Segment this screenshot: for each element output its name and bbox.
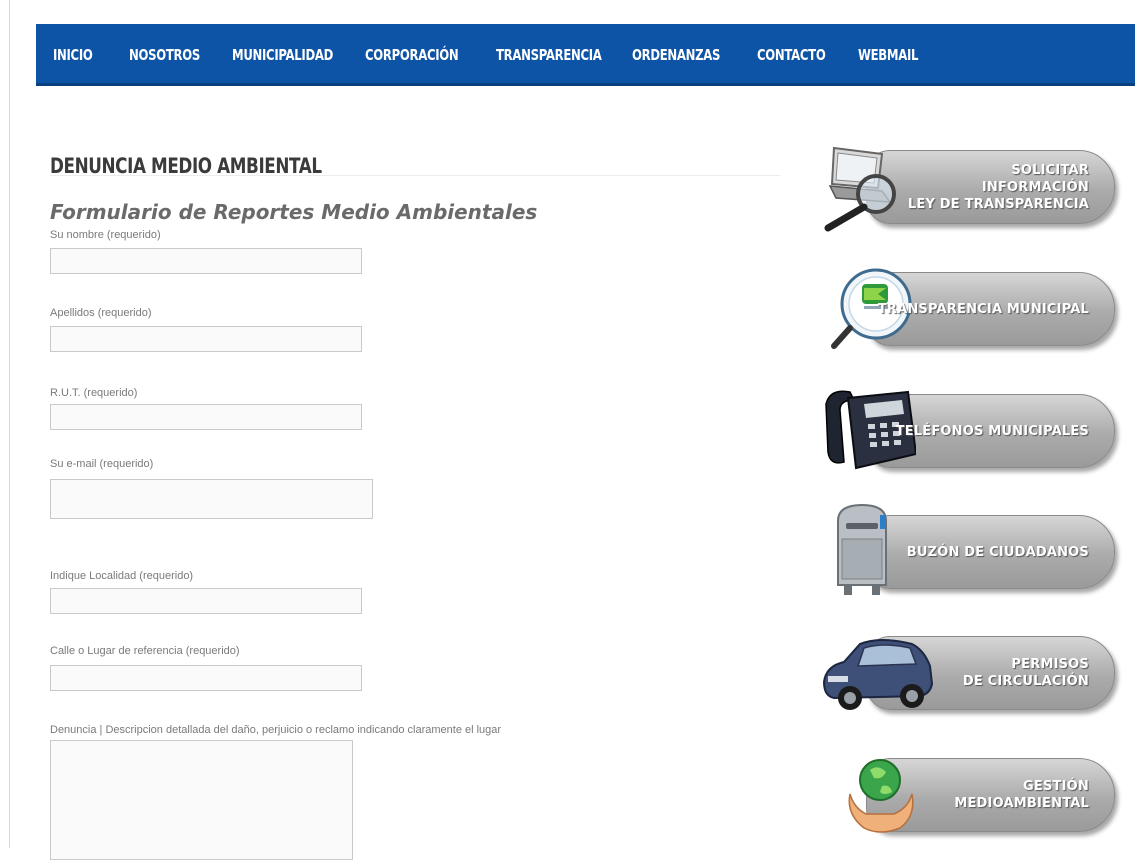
email-label: Su e-mail (requerido) — [50, 458, 154, 470]
denuncia-label: Denuncia | Descripcion detallada del dañ… — [50, 724, 502, 736]
banner-line: BUZÓN DE CIUDADANOS — [906, 544, 1089, 560]
nav-transparencia[interactable]: TRANSPARENCIA — [496, 42, 602, 68]
page-left-border — [9, 0, 10, 848]
banner-text: BUZÓN DE CIUDADANOS — [907, 515, 1089, 589]
nav-corporacion[interactable]: CORPORACIÓN — [365, 42, 459, 68]
banner-text: GESTIÓN MEDIOAMBIENTAL — [954, 758, 1089, 832]
banner-text: SOLICITAR INFORMACIÓN LEY DE TRANSPARENC… — [908, 150, 1089, 224]
nombre-input[interactable] — [50, 248, 362, 274]
title-divider — [50, 175, 780, 176]
apellidos-label: Apellidos (requerido) — [50, 307, 152, 319]
banner-line: MEDIOAMBIENTAL — [954, 796, 1089, 811]
apellidos-input[interactable] — [50, 326, 362, 352]
form-subtitle: Formulario de Reportes Medio Ambientales — [50, 200, 538, 224]
banner-telefonos-municipales[interactable]: TELÉFONOS MUNICIPALES — [820, 380, 1115, 476]
banner-permisos-circulacion[interactable]: PERMISOS DE CIRCULACIÓN — [820, 622, 1115, 718]
banner-line: GESTIÓN — [1023, 779, 1089, 794]
banner-transparencia-municipal[interactable]: TRANSPARENCIA MUNICIPAL — [820, 258, 1115, 354]
localidad-input[interactable] — [50, 588, 362, 614]
banner-text: TELÉFONOS MUNICIPALES — [896, 394, 1089, 468]
denuncia-textarea[interactable] — [50, 740, 353, 860]
localidad-label: Indique Localidad (requerido) — [50, 570, 194, 582]
banner-gestion-medioambiental[interactable]: GESTIÓN MEDIOAMBIENTAL — [820, 744, 1115, 840]
nombre-label: Su nombre (requerido) — [50, 229, 161, 241]
nav-nosotros[interactable]: NOSOTROS — [129, 42, 200, 68]
banner-line: INFORMACIÓN — [981, 179, 1089, 195]
calle-input[interactable] — [50, 665, 362, 691]
nav-municipalidad[interactable]: MUNICIPALIDAD — [232, 42, 333, 68]
email-input[interactable] — [50, 479, 373, 519]
banner-buzon-ciudadanos[interactable]: BUZÓN DE CIUDADANOS — [820, 501, 1115, 597]
nav-inicio[interactable]: INICIO — [53, 42, 93, 68]
banner-line: SOLICITAR — [1011, 162, 1089, 178]
banner-text: PERMISOS DE CIRCULACIÓN — [963, 636, 1089, 710]
banner-line: TRANSPARENCIA MUNICIPAL — [877, 301, 1089, 317]
nav-ordenanzas[interactable]: ORDENANZAS — [632, 42, 720, 68]
mailbox-icon — [820, 501, 916, 597]
banner-line: DE CIRCULACIÓN — [962, 674, 1089, 689]
nav-webmail[interactable]: WEBMAIL — [858, 42, 918, 68]
main-navigation-bar: INICIO NOSOTROS MUNICIPALIDAD CORPORACIÓ… — [36, 24, 1135, 86]
magnifier-laptop-icon — [820, 136, 916, 232]
banner-text: TRANSPARENCIA MUNICIPAL — [878, 272, 1089, 346]
car-icon — [820, 622, 934, 718]
calle-label: Calle o Lugar de referencia (requerido) — [50, 645, 240, 657]
banner-line: PERMISOS — [1011, 657, 1089, 672]
banner-line: TELÉFONOS MUNICIPALES — [895, 423, 1089, 439]
banner-line: LEY DE TRANSPARENCIA — [907, 196, 1089, 212]
rut-input[interactable] — [50, 404, 362, 430]
nav-contacto[interactable]: CONTACTO — [757, 42, 826, 68]
globe-hands-icon — [820, 744, 916, 840]
banner-solicitar-informacion[interactable]: SOLICITAR INFORMACIÓN LEY DE TRANSPARENC… — [820, 136, 1115, 232]
rut-label: R.U.T. (requerido) — [50, 387, 138, 399]
